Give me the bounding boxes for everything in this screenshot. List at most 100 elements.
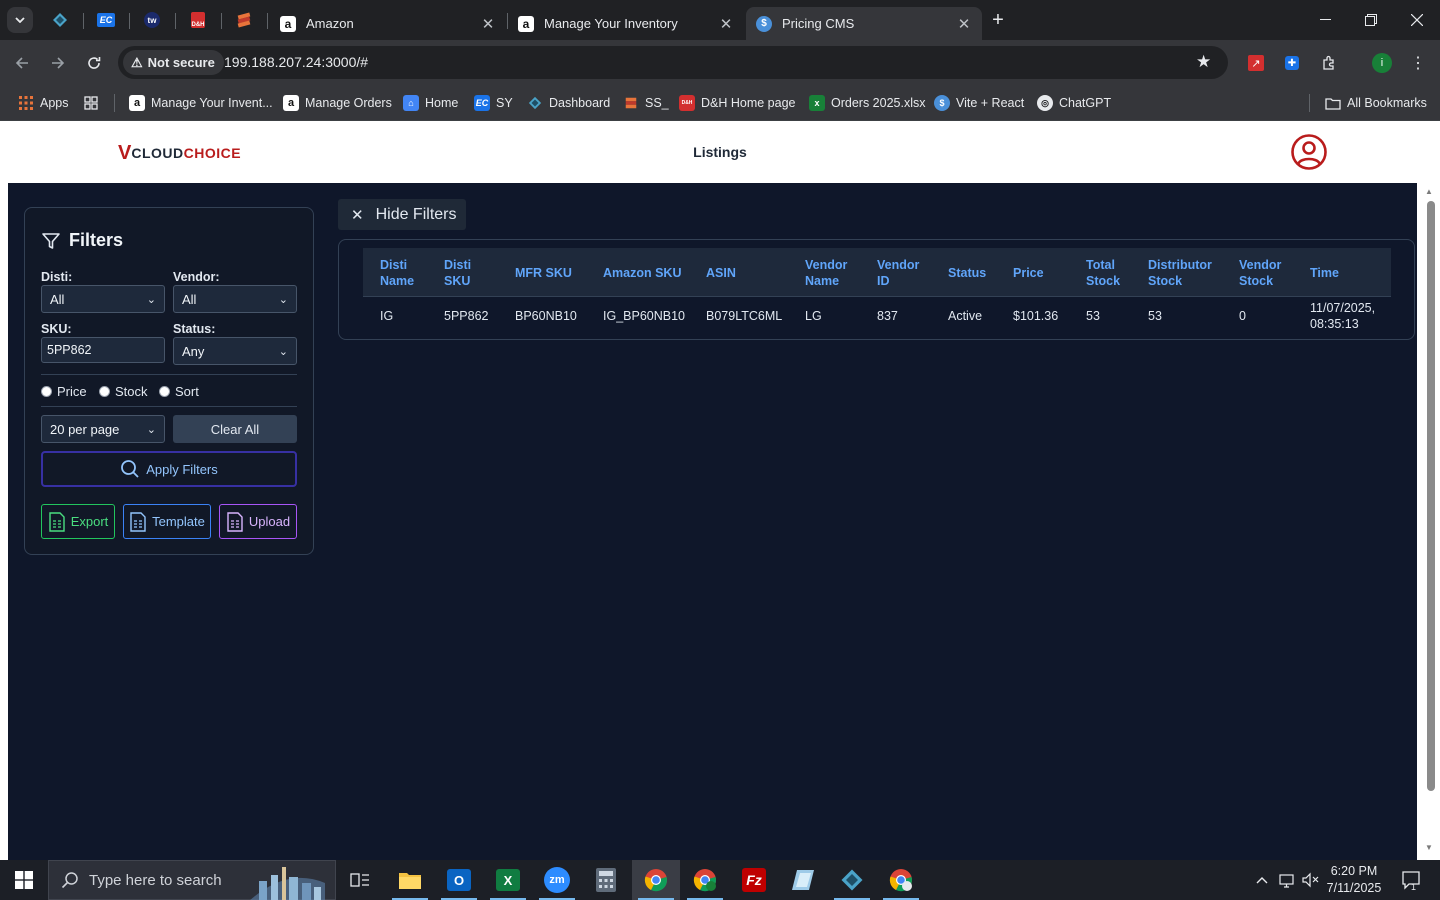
disti-select[interactable]: All ⌄ [41, 285, 165, 313]
col-mfr-sku[interactable]: MFR SKU [515, 265, 572, 281]
pinned-tab[interactable]: D&H [186, 8, 210, 32]
close-tab-icon[interactable]: ✕ [956, 15, 972, 33]
col-vendor-stock[interactable]: Vendor Stock [1239, 257, 1281, 289]
template-button[interactable]: Template [123, 504, 211, 539]
radio-sort[interactable]: Sort [159, 384, 199, 399]
taskbar-app[interactable] [828, 860, 876, 900]
radio-circle[interactable] [41, 386, 52, 397]
bookmark-vite-react[interactable]: $ Vite + React [934, 92, 1024, 114]
chrome-icon [889, 869, 912, 892]
col-disti-name[interactable]: Disti Name [380, 257, 414, 289]
forward-button[interactable] [45, 50, 71, 76]
col-price[interactable]: Price [1013, 265, 1044, 281]
bookmark-sy[interactable]: EC SY [474, 92, 513, 114]
taskbar-excel[interactable]: X [484, 860, 532, 900]
bookmark-ss[interactable]: SS_ [623, 92, 669, 114]
bookmark-star-icon[interactable]: ★ [1196, 52, 1211, 72]
close-window-button[interactable] [1394, 0, 1440, 40]
taskbar-search-box[interactable]: Type here to search [48, 860, 336, 900]
taskbar-chrome-profile[interactable] [681, 860, 729, 900]
extensions-menu-button[interactable] [1318, 52, 1340, 74]
tab-manage-inventory[interactable]: a Manage Your Inventory ✕ [508, 7, 744, 40]
tab-pricing-cms[interactable]: $ Pricing CMS ✕ [746, 7, 982, 40]
taskbar-filezilla[interactable]: Fz [730, 860, 778, 900]
scrollbar-thumb[interactable] [1427, 201, 1435, 791]
radio-price[interactable]: Price [41, 384, 87, 399]
profile-button[interactable]: i [1371, 52, 1393, 74]
task-view-button[interactable] [336, 860, 384, 900]
col-asin[interactable]: ASIN [706, 265, 736, 281]
reload-button[interactable] [81, 50, 107, 76]
bookmark-home[interactable]: ⌂ Home [403, 92, 458, 114]
close-tab-icon[interactable]: ✕ [718, 15, 734, 33]
bookmark-chatgpt[interactable]: ◎ ChatGPT [1037, 92, 1111, 114]
taskbar-chrome-active[interactable] [632, 860, 680, 900]
bookmark-apps[interactable]: Apps [18, 92, 69, 114]
vendor-select[interactable]: All ⌄ [173, 285, 297, 313]
bookmark-manage-inventory[interactable]: a Manage Your Invent... [129, 92, 273, 114]
user-profile-icon[interactable] [1290, 133, 1328, 171]
col-total-stock[interactable]: Total Stock [1086, 257, 1120, 289]
radio-circle[interactable] [99, 386, 110, 397]
bookmark-manage-orders[interactable]: a Manage Orders [283, 92, 392, 114]
clear-all-button[interactable]: Clear All [173, 415, 297, 443]
sku-input[interactable]: 5PP862 [41, 337, 165, 363]
scroll-up-icon[interactable]: ▲ [1425, 187, 1433, 196]
network-button[interactable] [1277, 860, 1299, 900]
taskbar-zoom[interactable]: zm [533, 860, 581, 900]
per-page-select[interactable]: 20 per page ⌄ [41, 415, 165, 443]
bookmark-dashboard[interactable]: Dashboard [527, 92, 610, 114]
col-status[interactable]: Status [948, 265, 986, 281]
restore-button[interactable] [1348, 0, 1394, 40]
bookmark-dh-home[interactable]: D&H D&H Home page [679, 92, 796, 114]
hide-filters-button[interactable]: ✕ Hide Filters [338, 199, 466, 230]
pinned-tab[interactable]: EC [94, 8, 118, 32]
table-row[interactable]: IG 5PP862 BP60NB10 IG_BP60NB10 B079LTC6M… [363, 298, 1391, 334]
tray-overflow-button[interactable] [1252, 860, 1272, 900]
status-select[interactable]: Any ⌄ [173, 337, 297, 365]
new-tab-button[interactable]: + [986, 9, 1010, 33]
filters-panel: Filters Disti: All ⌄ Vendor: All ⌄ SKU: … [24, 207, 314, 555]
extension-button[interactable]: ✚ [1281, 52, 1303, 74]
security-chip[interactable]: ⚠ Not secure [123, 50, 224, 75]
url-text[interactable]: 199.188.207.24:3000/# [224, 54, 368, 70]
taskbar-calculator[interactable] [582, 860, 630, 900]
col-time[interactable]: Time [1310, 265, 1339, 281]
start-button[interactable] [0, 860, 48, 900]
radio-circle[interactable] [159, 386, 170, 397]
bookmark-grid[interactable] [83, 92, 105, 114]
dollar-icon: $ [756, 15, 772, 32]
all-bookmarks[interactable]: All Bookmarks [1325, 92, 1427, 114]
col-vendor-id[interactable]: Vendor ID [877, 257, 919, 289]
bookmark-orders-xlsx[interactable]: x Orders 2025.xlsx [809, 92, 925, 114]
close-tab-icon[interactable]: ✕ [480, 15, 496, 33]
tab-search-button[interactable] [7, 7, 33, 33]
taskbar-chrome-user[interactable] [877, 860, 925, 900]
apply-filters-button[interactable]: Apply Filters [41, 451, 297, 487]
export-button[interactable]: Export [41, 504, 115, 539]
pinned-tab[interactable] [48, 8, 72, 32]
extension-button[interactable]: ↗ [1245, 52, 1267, 74]
col-vendor-name[interactable]: Vendor Name [805, 257, 847, 289]
back-button[interactable] [9, 50, 35, 76]
taskbar-file-explorer[interactable] [386, 860, 434, 900]
pinned-tab[interactable] [232, 8, 256, 32]
minimize-button[interactable] [1302, 0, 1348, 40]
browser-menu-button[interactable]: ⋮ [1407, 52, 1429, 74]
notification-center-button[interactable]: 1 [1396, 860, 1426, 900]
pinned-tab[interactable]: tw [140, 8, 164, 32]
tab-amazon[interactable]: a Amazon ✕ [270, 7, 506, 40]
col-distributor-stock[interactable]: Distributor Stock [1148, 257, 1212, 289]
nav-listings[interactable]: Listings [0, 144, 1440, 160]
upload-button[interactable]: Upload [219, 504, 297, 539]
scroll-down-icon[interactable]: ▼ [1425, 843, 1433, 852]
page-scrollbar[interactable]: ▲ ▼ [1417, 183, 1440, 860]
col-amazon-sku[interactable]: Amazon SKU [603, 265, 681, 281]
taskbar-outlook[interactable]: O [435, 860, 483, 900]
radio-stock[interactable]: Stock [99, 384, 148, 399]
dh-icon: D&H [191, 12, 205, 28]
address-bar[interactable]: ⚠ Not secure 199.188.207.24:3000/# ★ [118, 46, 1228, 79]
taskbar-clock[interactable]: 6:20 PM 7/11/2025 [1318, 863, 1390, 897]
taskbar-notes-app[interactable] [779, 860, 827, 900]
col-disti-sku[interactable]: Disti SKU [444, 257, 471, 289]
